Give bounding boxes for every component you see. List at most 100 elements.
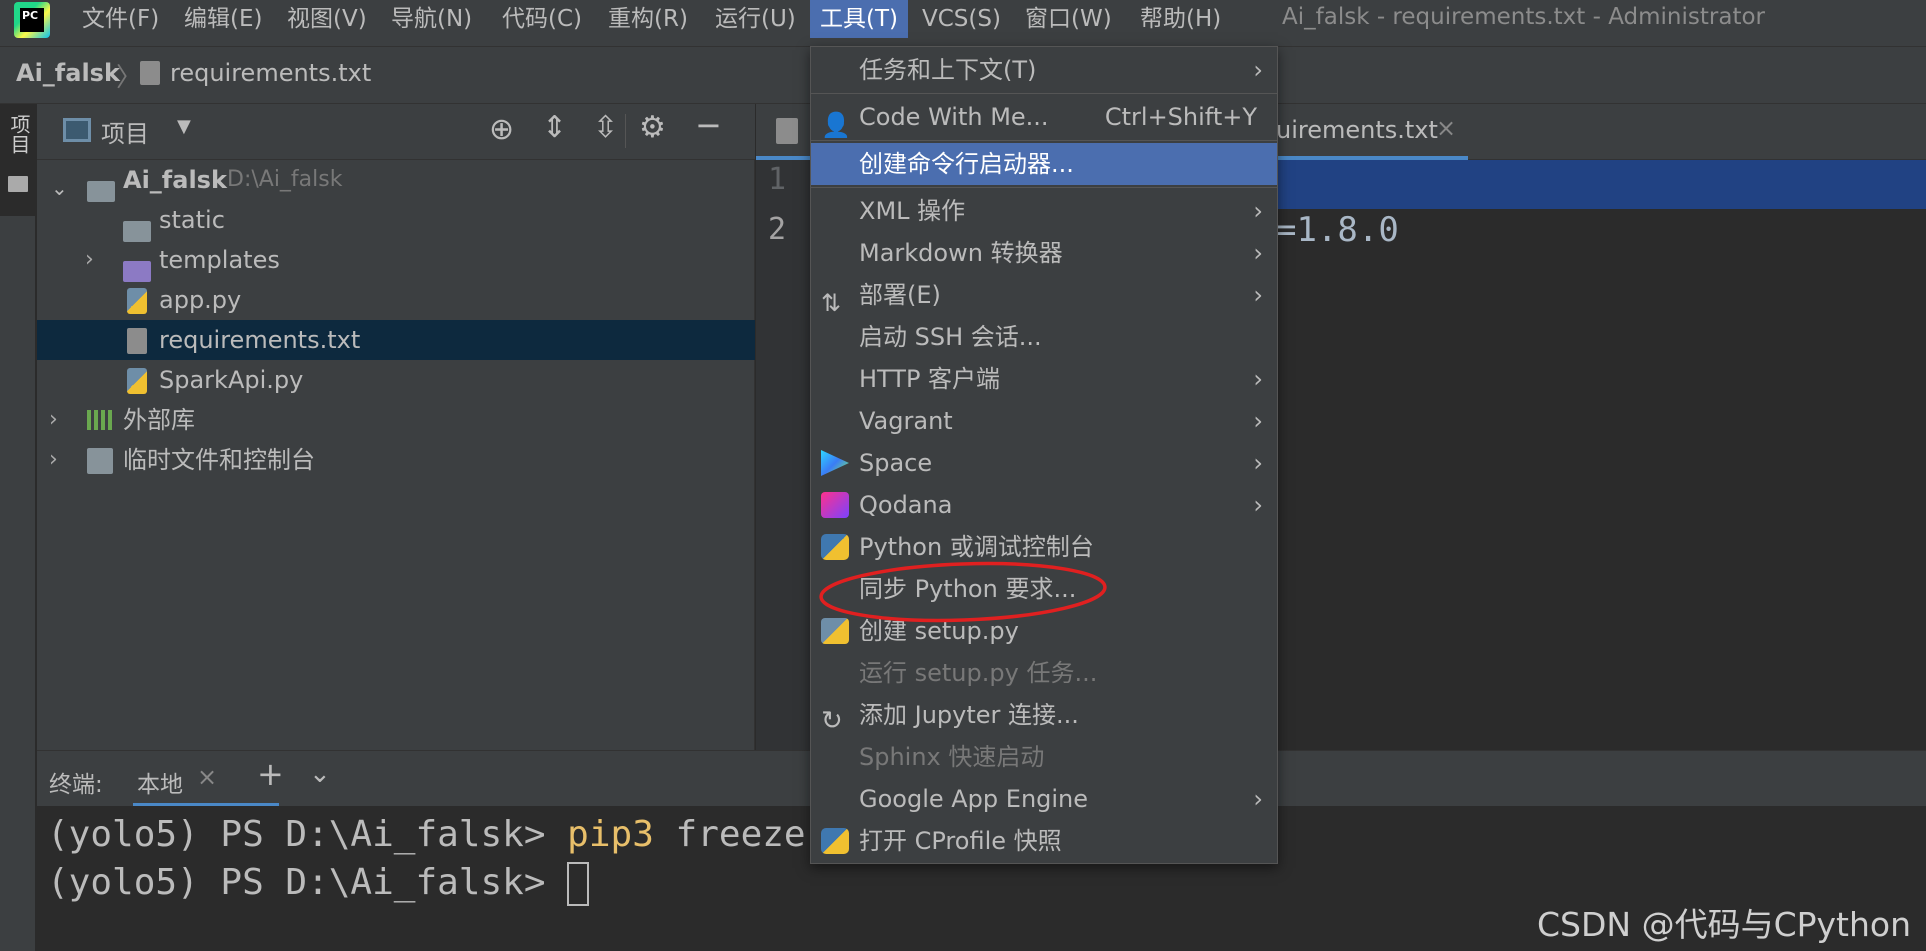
chevron-right-icon: › bbox=[1253, 407, 1263, 435]
project-panel-header: 项目 ▼ ⊕ ⇕ ⇳ ⚙ − bbox=[37, 104, 755, 160]
tree-item-root[interactable]: ⌄ Ai_falsk D:\Ai_falsk bbox=[37, 160, 755, 202]
gear-icon[interactable]: ⚙ bbox=[639, 110, 666, 145]
expand-all-icon[interactable]: ⇕ bbox=[542, 110, 567, 145]
terminal-label: 终端: bbox=[49, 772, 103, 798]
annotation-circle bbox=[819, 561, 1107, 623]
project-tree: ⌄ Ai_falsk D:\Ai_falsk static › template… bbox=[37, 160, 755, 750]
text-file-icon bbox=[127, 328, 147, 354]
chevron-right-icon: › bbox=[1253, 365, 1263, 393]
project-strip-label: 项目 bbox=[7, 114, 31, 154]
menu-code[interactable]: 代码(C) bbox=[492, 0, 592, 38]
close-icon[interactable]: × bbox=[197, 763, 217, 791]
line-gutter: 1 2 bbox=[756, 160, 814, 750]
chevron-down-icon[interactable]: ⌄ bbox=[309, 759, 331, 789]
folder-icon bbox=[8, 176, 28, 192]
menu-item-qodana[interactable]: Qodana › bbox=[811, 484, 1277, 526]
tree-item-label: templates bbox=[159, 246, 280, 274]
menu-view[interactable]: 视图(V) bbox=[277, 0, 377, 38]
menu-edit[interactable]: 编辑(E) bbox=[174, 0, 272, 38]
python-file-icon bbox=[127, 288, 147, 314]
menu-run[interactable]: 运行(U) bbox=[705, 0, 806, 38]
chevron-right-icon: › bbox=[1253, 239, 1263, 267]
tree-item-label: 外部库 bbox=[123, 406, 195, 434]
chevron-right-icon: › bbox=[1253, 785, 1263, 813]
folder-icon bbox=[87, 180, 115, 202]
hide-icon[interactable]: − bbox=[695, 106, 722, 144]
chevron-right-icon: › bbox=[1253, 449, 1263, 477]
menu-item-space[interactable]: Space › bbox=[811, 442, 1277, 484]
tree-item-label: requirements.txt bbox=[159, 326, 361, 354]
code-line-2: =1.8.0 bbox=[1276, 210, 1399, 250]
menu-item-tasks-contexts[interactable]: 任务和上下文(T) › bbox=[811, 49, 1277, 91]
chevron-right-icon[interactable]: › bbox=[49, 400, 58, 440]
pycharm-logo-icon: PC bbox=[14, 2, 50, 38]
chevron-right-icon: › bbox=[1253, 491, 1263, 519]
menu-item-open-cprofile-snapshot[interactable]: 打开 CProfile 快照 bbox=[811, 820, 1277, 862]
chevron-down-icon[interactable]: ▼ bbox=[177, 116, 191, 137]
menu-separator bbox=[811, 93, 1277, 94]
tree-item-label: static bbox=[159, 206, 225, 234]
menu-bar: PC 文件(F) 编辑(E) 视图(V) 导航(N) 代码(C) 重构(R) 运… bbox=[0, 0, 1926, 46]
menu-item-google-app-engine[interactable]: Google App Engine › bbox=[811, 778, 1277, 820]
tree-item-static[interactable]: static bbox=[37, 200, 755, 242]
tree-item-requirements[interactable]: requirements.txt bbox=[37, 320, 755, 360]
menu-item-add-jupyter-connection[interactable]: ↻ 添加 Jupyter 连接... bbox=[811, 694, 1277, 736]
project-panel-title[interactable]: 项目 bbox=[101, 114, 149, 149]
tree-item-label: app.py bbox=[159, 286, 242, 314]
chevron-right-icon: › bbox=[1253, 197, 1263, 225]
terminal-prompt: (yolo5) PS D:\Ai_falsk> bbox=[47, 862, 568, 903]
menu-item-deployment[interactable]: ⇅ 部署(E) › bbox=[811, 274, 1277, 317]
add-terminal-icon[interactable]: + bbox=[257, 755, 284, 793]
watermark: CSDN @代码与CPython bbox=[1537, 905, 1912, 944]
menu-vcs[interactable]: VCS(S) bbox=[912, 0, 1011, 38]
window-title: Ai_falsk - requirements.txt - Administra… bbox=[1282, 4, 1765, 30]
breadcrumb-project[interactable]: Ai_falsk bbox=[16, 59, 120, 87]
terminal-cursor bbox=[567, 862, 590, 906]
menu-refactor[interactable]: 重构(R) bbox=[598, 0, 698, 38]
breadcrumb-file[interactable]: requirements.txt bbox=[170, 59, 371, 87]
terminal-line-1: (yolo5) PS D:\Ai_falsk> pip3 freeze bbox=[47, 814, 806, 855]
menu-item-code-with-me[interactable]: 👤 Code With Me... Ctrl+Shift+Y bbox=[811, 96, 1277, 139]
chevron-right-icon: › bbox=[1253, 281, 1263, 309]
terminal-command: pip3 bbox=[567, 814, 654, 855]
python-file-icon bbox=[127, 368, 147, 394]
menu-tools[interactable]: 工具(T) bbox=[810, 0, 908, 38]
menu-file[interactable]: 文件(F) bbox=[72, 0, 169, 38]
folder-icon bbox=[123, 260, 151, 282]
toolbar-divider bbox=[625, 114, 626, 148]
line-number: 1 bbox=[768, 162, 787, 197]
collapse-all-icon[interactable]: ⇳ bbox=[593, 110, 618, 145]
chevron-right-icon[interactable]: › bbox=[49, 440, 58, 480]
tree-item-path: D:\Ai_falsk bbox=[227, 167, 343, 192]
tree-item-templates[interactable]: › templates bbox=[37, 240, 755, 282]
menu-item-http-client[interactable]: HTTP 客户端 › bbox=[811, 358, 1277, 400]
shortcut-label: Ctrl+Shift+Y bbox=[1104, 103, 1257, 131]
menu-item-ssh-session[interactable]: 启动 SSH 会话... bbox=[811, 316, 1277, 358]
menu-item-vagrant[interactable]: Vagrant › bbox=[811, 400, 1277, 442]
tree-item-external-libs[interactable]: › 外部库 bbox=[37, 400, 755, 440]
text-file-icon bbox=[776, 118, 798, 144]
tree-item-scratches[interactable]: › 临时文件和控制台 bbox=[37, 440, 755, 480]
menu-navigate[interactable]: 导航(N) bbox=[381, 0, 482, 38]
text-file-icon bbox=[140, 61, 160, 85]
tree-item-app-py[interactable]: app.py bbox=[37, 280, 755, 320]
tree-item-sparkapi[interactable]: SparkApi.py bbox=[37, 360, 755, 400]
menu-item-create-cli-launcher[interactable]: 创建命令行启动器... bbox=[811, 143, 1277, 185]
terminal-args: freeze bbox=[653, 814, 806, 855]
menu-window[interactable]: 窗口(W) bbox=[1015, 0, 1122, 38]
locate-icon[interactable]: ⊕ bbox=[489, 112, 514, 147]
menu-help[interactable]: 帮助(H) bbox=[1130, 0, 1231, 38]
menu-item-xml-actions[interactable]: XML 操作 › bbox=[811, 190, 1277, 232]
menu-item-markdown-converter[interactable]: Markdown 转换器 › bbox=[811, 232, 1277, 274]
python-icon bbox=[821, 534, 849, 560]
tool-window-strip: 项目 bbox=[0, 104, 36, 951]
menu-item-sphinx-quickstart[interactable]: Sphinx 快速启动 bbox=[811, 736, 1277, 778]
menu-item-run-setup-py-task[interactable]: 运行 setup.py 任务... bbox=[811, 652, 1277, 694]
chevron-right-icon[interactable]: › bbox=[85, 240, 94, 280]
close-icon[interactable]: × bbox=[1436, 114, 1456, 142]
tab-label: uirements.txt bbox=[1276, 116, 1438, 144]
project-tool-button[interactable]: 项目 bbox=[0, 104, 36, 216]
folder-icon bbox=[123, 220, 151, 242]
line-number: 2 bbox=[768, 212, 787, 247]
code-with-me-icon: 👤 bbox=[821, 111, 851, 139]
